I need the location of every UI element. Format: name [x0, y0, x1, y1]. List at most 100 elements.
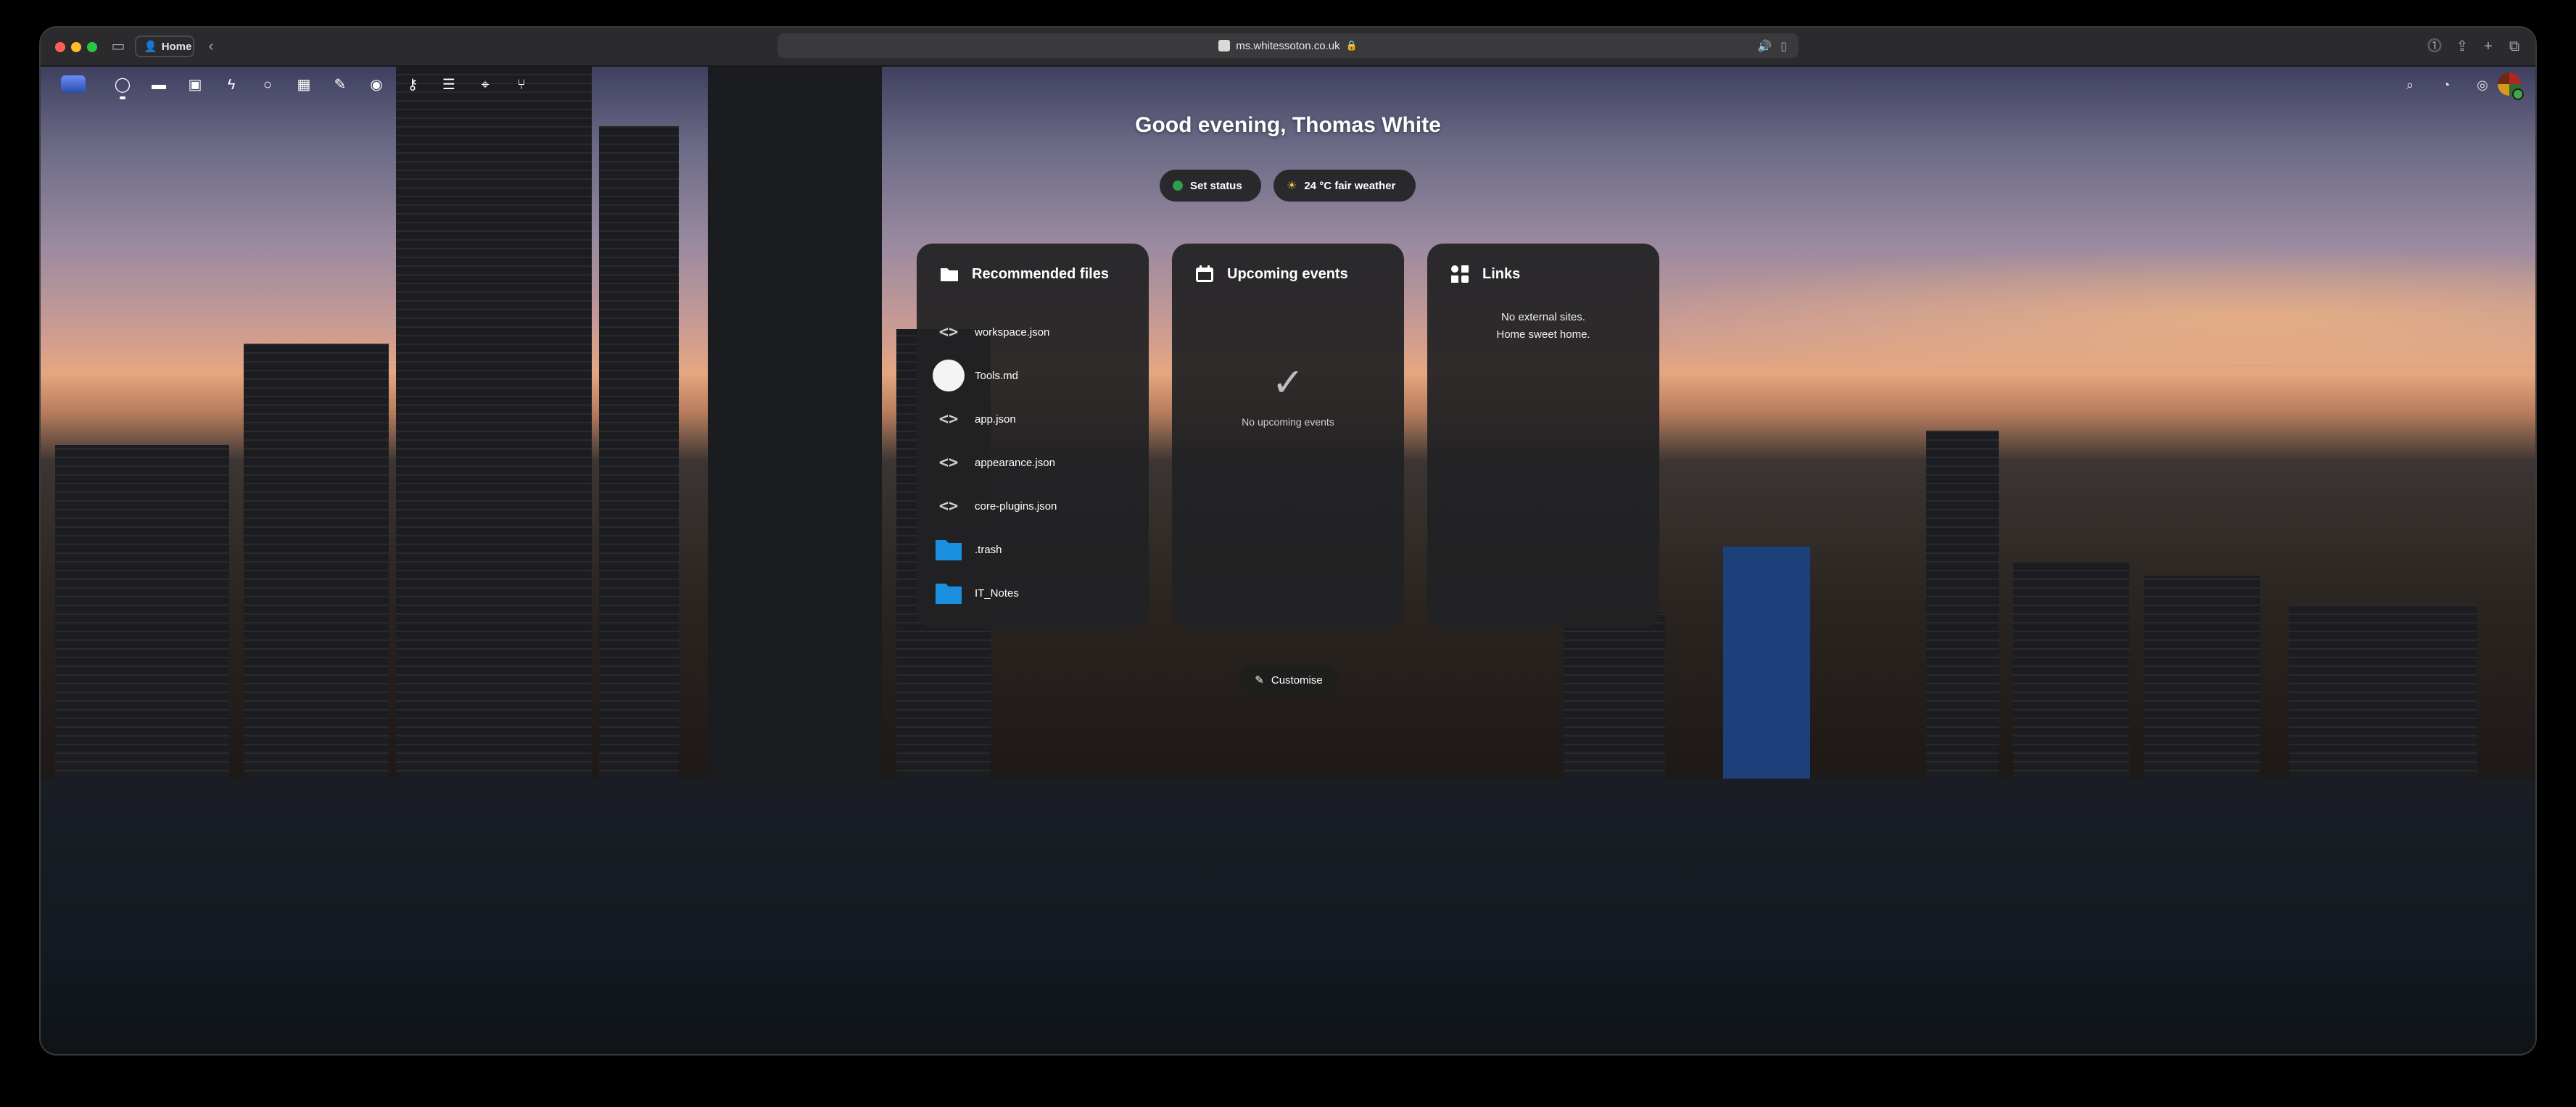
- empty-message: No upcoming events: [1242, 416, 1334, 428]
- status-dot-icon: [1173, 181, 1183, 191]
- greeting-title: Good evening, Thomas White: [1135, 113, 1441, 137]
- background-building: [2144, 576, 2260, 779]
- widget-header: Links: [1449, 264, 1520, 284]
- apps-icon: [1449, 264, 1471, 284]
- code-file-icon: <>: [938, 410, 959, 428]
- passwords-icon[interactable]: ⚷: [403, 75, 422, 94]
- calendar-icon: [1194, 264, 1215, 284]
- list-item[interactable]: <> app.json: [933, 397, 1142, 441]
- files-icon[interactable]: ▬: [149, 75, 168, 94]
- widget-title: Recommended files: [972, 265, 1109, 282]
- background-building: [1723, 547, 1810, 779]
- contacts-icon[interactable]: ◎: [2473, 75, 2492, 94]
- file-name: core-plugins.json: [975, 499, 1057, 513]
- address-url: ms.whitessoton.co.uk: [1236, 39, 1340, 52]
- list-item[interactable]: <> workspace.json: [933, 310, 1142, 354]
- set-status-button[interactable]: Set status: [1160, 170, 1261, 202]
- background-building: [599, 126, 679, 779]
- calendar-icon[interactable]: ▦: [294, 75, 313, 94]
- file-name: workspace.json: [975, 326, 1050, 339]
- extension-icon[interactable]: ▯: [1780, 39, 1787, 54]
- checkmark-icon: ✓: [1271, 361, 1305, 405]
- widget-title: Links: [1482, 265, 1521, 282]
- folder-icon: [933, 534, 965, 565]
- background-river: [41, 779, 2535, 1054]
- notes-icon[interactable]: ✎: [331, 75, 350, 94]
- cookbook-icon[interactable]: ⑂: [512, 75, 531, 94]
- search-icon[interactable]: ⌕: [2400, 75, 2419, 94]
- background-building: [1564, 612, 1665, 779]
- site-favicon: [1218, 40, 1231, 51]
- browser-toolbar: ▭ 👤 Home ‹ ms.whitessoton.co.uk 🔒 🔊 ▯ ⓵ …: [41, 28, 2535, 67]
- nextcloud-logo[interactable]: [61, 75, 86, 93]
- file-name: Tools.md: [975, 369, 1019, 382]
- list-item[interactable]: .trash: [933, 528, 1142, 571]
- weather-label: 24 °C fair weather: [1304, 179, 1396, 192]
- code-file-icon: <>: [938, 323, 959, 341]
- links-line: Home sweet home.: [1496, 328, 1590, 341]
- widget-header: Upcoming events: [1194, 264, 1348, 284]
- tab-overview-icon[interactable]: ⧉: [2505, 38, 2524, 55]
- deck-icon[interactable]: ☰: [439, 75, 458, 94]
- widget-header: Recommended files: [938, 264, 1109, 284]
- file-name: app.json: [975, 412, 1016, 426]
- download-icon[interactable]: ⓵: [2425, 38, 2444, 55]
- close-window-button[interactable]: [55, 42, 65, 52]
- zoom-window-button[interactable]: [87, 42, 97, 52]
- links-widget: Links No external sites. Home sweet home…: [1427, 244, 1659, 628]
- pencil-icon: ✎: [1255, 674, 1264, 687]
- list-item[interactable]: IT_Notes: [933, 571, 1142, 615]
- customise-button[interactable]: ✎ Customise: [1239, 666, 1338, 695]
- online-status-dot: [2512, 88, 2524, 100]
- background-building: [2289, 605, 2477, 779]
- background-building: [396, 67, 592, 779]
- background-building: [2013, 561, 2129, 779]
- audio-icon[interactable]: 🔊: [1757, 39, 1772, 54]
- set-status-label: Set status: [1190, 179, 1242, 192]
- links-empty-text: No external sites. Home sweet home.: [1427, 309, 1659, 344]
- lock-icon: 🔒: [1345, 40, 1358, 51]
- list-item[interactable]: <> core-plugins.json: [933, 484, 1142, 528]
- markdown-file-icon: [933, 360, 965, 391]
- dashboard-page: ◯ ▬ ▣ ϟ ○ ▦ ✎ ◉ ⚷ ☰ ⌖ ⑂ ⌕ ◔ ◎ Good eveni…: [41, 67, 2535, 1054]
- profile-label: Home: [161, 40, 192, 53]
- sidebar-toggle-icon[interactable]: ▭: [109, 38, 128, 55]
- upcoming-events-widget: Upcoming events ✓ No upcoming events: [1172, 244, 1404, 628]
- talk-icon[interactable]: ○: [258, 75, 277, 94]
- location-icon[interactable]: ⌖: [476, 75, 495, 94]
- list-item[interactable]: Tools.md: [933, 354, 1142, 397]
- background-building: [244, 344, 389, 779]
- list-item[interactable]: <> appearance.json: [933, 441, 1142, 484]
- customise-label: Customise: [1271, 673, 1323, 687]
- file-name: .trash: [975, 543, 1002, 556]
- file-name: appearance.json: [975, 456, 1055, 469]
- file-name: IT_Notes: [975, 586, 1019, 600]
- maps-icon[interactable]: ◉: [367, 75, 386, 94]
- folder-icon: [938, 264, 960, 284]
- weather-button[interactable]: ☀ 24 °C fair weather: [1273, 170, 1416, 202]
- background-building: [1926, 431, 1999, 779]
- code-file-icon: <>: [938, 453, 959, 472]
- share-icon[interactable]: ⇪: [2453, 38, 2472, 55]
- code-file-icon: <>: [938, 497, 959, 515]
- folder-icon: [933, 577, 965, 609]
- dashboard-icon[interactable]: ◯: [113, 75, 132, 99]
- browser-window: ▭ 👤 Home ‹ ms.whitessoton.co.uk 🔒 🔊 ▯ ⓵ …: [41, 28, 2535, 1054]
- links-line: No external sites.: [1501, 311, 1585, 323]
- photos-icon[interactable]: ▣: [186, 75, 205, 94]
- notifications-icon[interactable]: ◔: [2437, 75, 2456, 94]
- background-building: [708, 67, 882, 779]
- weather-icon: ☀: [1287, 180, 1297, 192]
- app-header: ◯ ▬ ▣ ϟ ○ ▦ ✎ ◉ ⚷ ☰ ⌖ ⑂ ⌕ ◔ ◎: [41, 67, 2535, 103]
- widget-title: Upcoming events: [1227, 265, 1348, 282]
- new-tab-icon[interactable]: +: [2479, 38, 2498, 55]
- background-building: [55, 445, 229, 779]
- file-list: <> workspace.json Tools.md <> app.json <…: [933, 310, 1142, 615]
- recommended-files-widget: Recommended files <> workspace.json Tool…: [917, 244, 1149, 628]
- activity-icon[interactable]: ϟ: [222, 75, 241, 94]
- back-icon[interactable]: ‹: [202, 38, 220, 55]
- profile-button[interactable]: 👤 Home: [135, 36, 194, 57]
- address-bar[interactable]: ms.whitessoton.co.uk 🔒 🔊 ▯: [777, 33, 1799, 58]
- background-sunset: [1593, 248, 2535, 364]
- minimize-window-button[interactable]: [71, 42, 81, 52]
